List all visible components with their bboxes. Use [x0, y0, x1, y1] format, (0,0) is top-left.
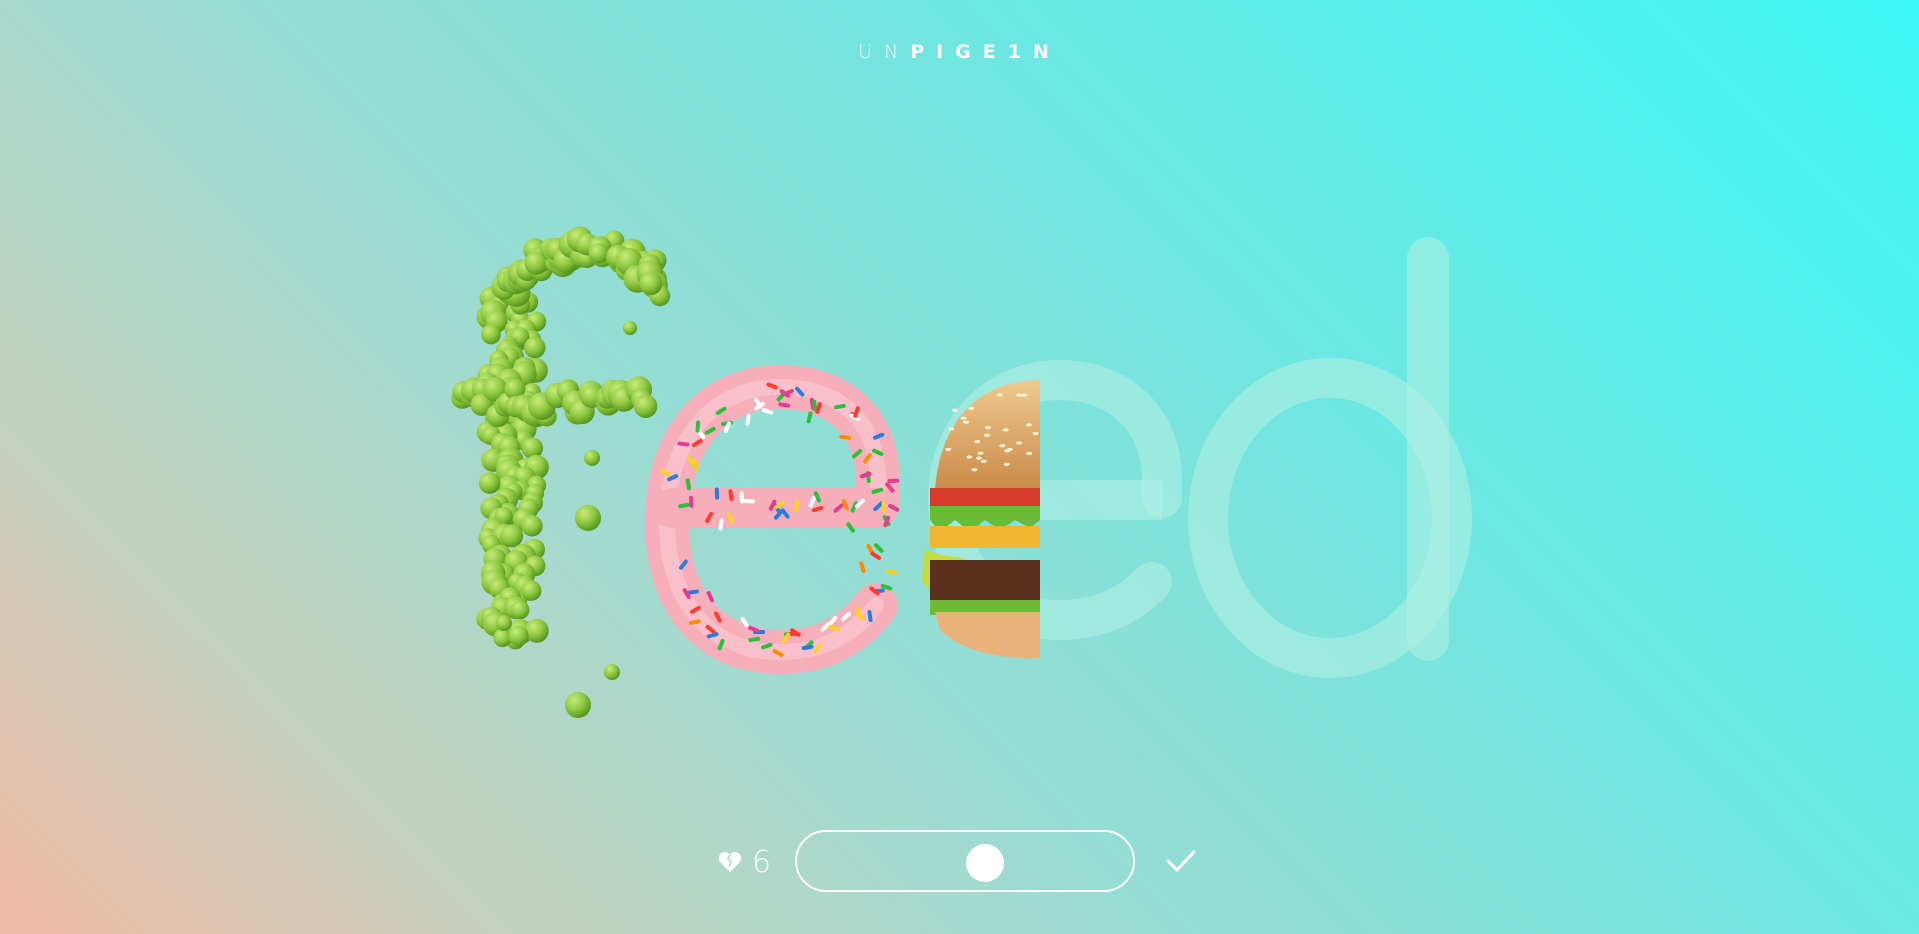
puzzle-word	[451, 226, 1472, 718]
slider-thumb[interactable]	[966, 844, 1005, 882]
lives-count: 6	[752, 844, 772, 880]
letter-e-burger	[922, 380, 1040, 659]
confirm-button[interactable]	[1163, 843, 1199, 879]
letter-f-peas	[451, 226, 671, 718]
answer-slider[interactable]	[795, 830, 1135, 892]
lives-indicator: 6	[718, 840, 771, 884]
heart-icon	[718, 852, 742, 872]
ghost-letter-d	[1188, 237, 1472, 678]
check-icon	[1166, 850, 1196, 872]
letter-e-donut	[645, 365, 900, 674]
